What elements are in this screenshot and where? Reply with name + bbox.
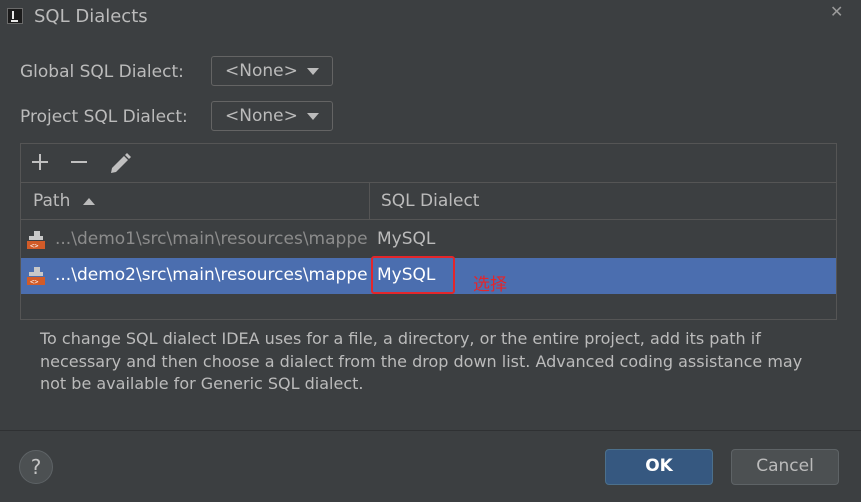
pencil-icon bbox=[111, 153, 131, 173]
dialect-mappings-panel: Path SQL Dialect <> ...\demo1\src\main\r… bbox=[20, 143, 837, 320]
project-dialect-dropdown[interactable]: <None> bbox=[211, 101, 333, 131]
row-dialect[interactable]: MySQL bbox=[377, 229, 435, 249]
row-path: ...\demo2\src\main\resources\mapper bbox=[55, 265, 369, 285]
table-toolbar bbox=[21, 144, 836, 182]
intellij-app-icon bbox=[7, 8, 23, 24]
mapper-folder-icon: <> bbox=[27, 231, 45, 250]
add-mapping-button[interactable] bbox=[26, 144, 54, 182]
column-divider[interactable] bbox=[369, 183, 370, 220]
edit-mapping-button[interactable] bbox=[105, 144, 133, 182]
cancel-button[interactable]: Cancel bbox=[731, 449, 839, 485]
svg-text:<>: <> bbox=[30, 242, 38, 250]
sort-ascending-icon bbox=[83, 198, 95, 205]
project-dialect-label: Project SQL Dialect: bbox=[20, 107, 188, 127]
dialog-title: SQL Dialects bbox=[34, 6, 148, 27]
footer-divider bbox=[0, 430, 861, 431]
dialect-table: Path SQL Dialect <> ...\demo1\src\main\r… bbox=[21, 182, 836, 319]
help-description: To change SQL dialect IDEA uses for a fi… bbox=[40, 329, 803, 393]
svg-text:<>: <> bbox=[30, 278, 38, 286]
close-icon[interactable]: ✕ bbox=[830, 2, 843, 21]
table-header: Path SQL Dialect bbox=[21, 182, 836, 220]
help-button[interactable]: ? bbox=[19, 450, 53, 484]
table-row[interactable]: <> ...\demo1\src\main\resources\mapper M… bbox=[21, 222, 836, 258]
row-path: ...\demo1\src\main\resources\mapper bbox=[55, 229, 369, 249]
chevron-down-icon bbox=[307, 113, 319, 120]
column-header-path[interactable]: Path bbox=[33, 191, 70, 211]
table-row-selected[interactable]: <> ...\demo2\src\main\resources\mapper M… bbox=[21, 256, 836, 295]
ok-button[interactable]: OK bbox=[605, 449, 713, 485]
mapper-folder-icon: <> bbox=[27, 267, 45, 286]
global-dialect-label: Global SQL Dialect: bbox=[20, 62, 184, 82]
chevron-down-icon bbox=[307, 68, 319, 75]
global-dialect-value: <None> bbox=[225, 61, 298, 81]
title-bar: SQL Dialects ✕ bbox=[0, 0, 861, 36]
remove-mapping-button[interactable] bbox=[65, 144, 93, 182]
annotation-highlight-box bbox=[371, 256, 455, 294]
annotation-label: 选择 bbox=[473, 275, 507, 295]
global-dialect-dropdown[interactable]: <None> bbox=[211, 56, 333, 86]
project-dialect-value: <None> bbox=[225, 106, 298, 126]
column-header-sql-dialect[interactable]: SQL Dialect bbox=[381, 191, 479, 211]
